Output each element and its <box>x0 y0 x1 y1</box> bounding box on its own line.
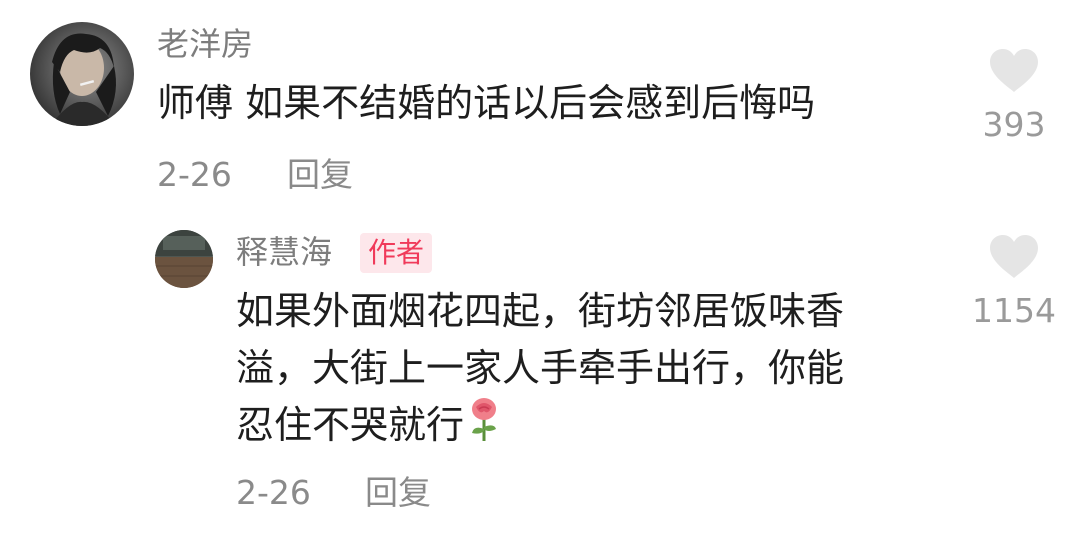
reply-button[interactable]: 回复 <box>287 158 353 191</box>
rose-icon <box>466 397 502 458</box>
user-avatar-icon <box>155 230 213 288</box>
author-badge: 作者 <box>360 233 433 273</box>
reply-text-line-3: 忍住不哭就行 <box>236 397 502 458</box>
reply-reply-button[interactable]: 回复 <box>365 476 431 509</box>
comment-text: 师傅 如果不结婚的话以后会感到后悔吗 <box>157 81 816 125</box>
reply-like-button[interactable]: 1154 <box>972 234 1056 330</box>
comment-date: 2-26 <box>157 155 232 194</box>
commenter-username[interactable]: 老洋房 <box>157 28 253 60</box>
reply-like-count: 1154 <box>972 291 1056 330</box>
reply-date: 2-26 <box>236 473 311 512</box>
reply-text-line-1: 如果外面烟花四起，街坊邻居饭味香 <box>236 289 845 333</box>
heart-icon <box>988 48 1040 94</box>
reply-text-line-2: 溢，大街上一家人手牵手出行，你能 <box>236 346 845 390</box>
heart-icon <box>988 234 1040 280</box>
comment-like-count: 393 <box>982 105 1046 144</box>
author-username[interactable]: 释慧海 <box>236 236 332 268</box>
reply-text-line-3-label: 忍住不哭就行 <box>236 403 465 447</box>
author-avatar[interactable] <box>155 230 213 288</box>
user-portrait-icon <box>50 33 116 126</box>
comment-like-button[interactable]: 393 <box>974 48 1054 141</box>
commenter-avatar[interactable] <box>30 22 134 126</box>
